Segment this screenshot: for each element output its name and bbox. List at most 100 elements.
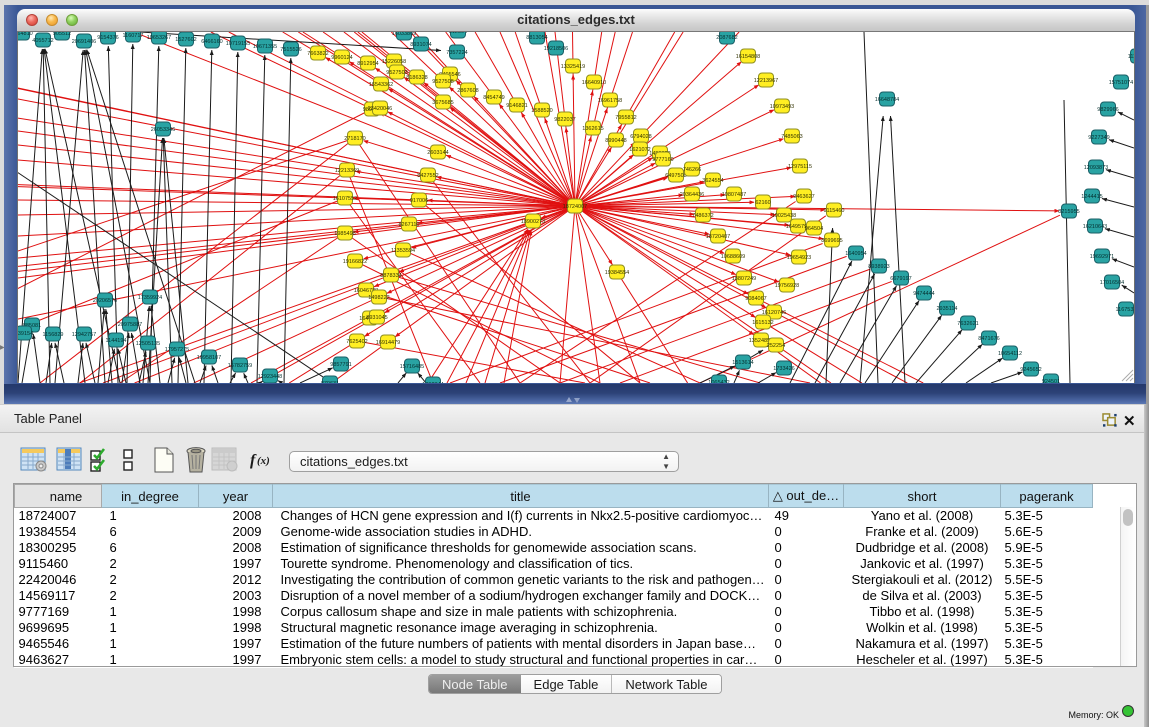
svg-text:1640954: 1640954 (845, 251, 866, 257)
svg-text:16914479: 16914479 (376, 340, 400, 346)
svg-text:1615132: 1615132 (752, 320, 773, 326)
svg-text:812304: 812304 (449, 32, 467, 35)
svg-text:19166822: 19166822 (343, 259, 367, 265)
svg-text:9154376: 9154376 (97, 35, 118, 41)
svg-text:1156829: 1156829 (42, 332, 63, 338)
svg-text:16782759: 16782759 (228, 363, 252, 369)
svg-text:7515526: 7515526 (280, 47, 301, 53)
svg-text:19654923: 19654923 (787, 255, 811, 261)
svg-text:17359924: 17359924 (138, 295, 162, 301)
svg-text:10025438: 10025438 (772, 213, 796, 219)
svg-text:1292344: 1292344 (422, 382, 443, 383)
svg-text:4055712: 4055712 (32, 38, 53, 44)
svg-text:905512: 905512 (53, 32, 71, 37)
svg-text:8215955: 8215955 (1058, 209, 1079, 215)
svg-text:17957275: 17957275 (165, 347, 189, 353)
svg-text:12942757: 12942757 (72, 332, 96, 338)
svg-text:3675685: 3675685 (432, 100, 453, 106)
svg-text:18900273: 18900273 (521, 219, 545, 225)
svg-text:9245652: 9245652 (1020, 367, 1041, 373)
svg-text:15751074: 15751074 (1109, 80, 1133, 86)
svg-text:917006: 917006 (410, 198, 428, 204)
svg-text:13325419: 13325419 (561, 64, 585, 70)
svg-text:9474444: 9474444 (913, 291, 934, 297)
svg-text:10807487: 10807487 (722, 192, 746, 198)
svg-text:10671355: 10671355 (253, 44, 277, 50)
svg-text:10719155: 10719155 (226, 41, 250, 47)
svg-text:10973493: 10973493 (770, 104, 794, 110)
svg-text:12923448: 12923448 (258, 374, 282, 380)
svg-text:1244415: 1244415 (1081, 194, 1102, 200)
svg-text:1621072: 1621072 (629, 147, 650, 153)
svg-text:7625402: 7625402 (346, 339, 367, 345)
svg-text:8186328: 8186328 (406, 75, 427, 81)
svg-text:62160: 62160 (755, 200, 770, 206)
svg-text:1144194: 1144194 (105, 338, 126, 344)
svg-text:8699695: 8699695 (821, 238, 842, 244)
svg-text:2867608: 2867608 (457, 88, 478, 94)
svg-text:1498222: 1498222 (368, 295, 389, 301)
svg-text:20691406: 20691406 (72, 39, 96, 45)
svg-text:1985498: 1985498 (334, 231, 355, 237)
svg-text:252254: 252254 (767, 343, 785, 349)
svg-text:870631: 870631 (321, 381, 339, 383)
svg-text:9463627: 9463627 (793, 194, 814, 200)
svg-text:12093873: 12093873 (1084, 165, 1108, 171)
svg-text:19692971: 19692971 (1090, 254, 1114, 260)
svg-text:f: f (250, 452, 257, 469)
svg-text:23420046: 23420046 (368, 106, 392, 112)
svg-text:6497508: 6497508 (665, 173, 686, 179)
svg-text:1160717: 1160717 (122, 33, 143, 39)
svg-text:10653267: 10653267 (147, 35, 171, 41)
svg-text:8912954: 8912954 (357, 61, 378, 67)
svg-text:7485063: 7485063 (781, 134, 802, 140)
svg-text:12505135: 12505135 (136, 341, 160, 347)
svg-text:6679197: 6679197 (890, 276, 911, 282)
svg-text:8931045: 8931045 (366, 315, 387, 321)
svg-text:9084067: 9084067 (745, 296, 766, 302)
svg-text:6794028: 6794028 (630, 134, 651, 140)
svg-text:16210643: 16210643 (1083, 224, 1107, 230)
svg-text:26053346: 26053346 (151, 127, 175, 133)
svg-text:18807249: 18807249 (732, 276, 756, 282)
svg-text:20364436: 20364436 (680, 192, 704, 198)
svg-text:1733426: 1733426 (773, 366, 794, 372)
svg-text:1362615: 1362615 (582, 126, 603, 132)
svg-text:939154: 939154 (18, 331, 33, 337)
svg-text:9857791: 9857791 (330, 362, 351, 368)
svg-text:20206576: 20206576 (93, 298, 117, 304)
svg-text:16961758: 16961758 (598, 98, 622, 104)
svg-text:2264810: 2264810 (18, 32, 33, 37)
svg-text:19218506: 19218506 (544, 46, 568, 52)
svg-text:16033809: 16033809 (392, 32, 416, 37)
svg-text:2935114: 2935114 (936, 306, 957, 312)
svg-text:15226058: 15226058 (382, 59, 406, 65)
svg-text:10654112: 10654112 (998, 351, 1022, 357)
svg-text:9777169: 9777169 (652, 157, 673, 163)
svg-text:1065432: 1065432 (708, 380, 729, 383)
svg-text:6466160: 6466160 (201, 39, 222, 45)
svg-text:16543362: 16543362 (369, 82, 393, 88)
svg-text:16107552: 16107552 (333, 196, 357, 202)
svg-text:1513614: 1513614 (732, 360, 753, 366)
svg-text:18724007: 18724007 (563, 204, 587, 210)
svg-text:9527503: 9527503 (386, 70, 407, 76)
svg-text:16640910: 16640910 (582, 80, 606, 86)
svg-text:8267110: 8267110 (398, 222, 419, 228)
svg-text:10688609: 10688609 (721, 254, 745, 260)
svg-text:12975115: 12975115 (788, 164, 812, 170)
svg-text:15716485: 15716485 (400, 364, 424, 370)
svg-text:1167533: 1167533 (1115, 307, 1134, 313)
svg-text:9227349: 9227349 (1088, 135, 1109, 141)
svg-text:19384554: 19384554 (605, 270, 629, 276)
svg-text:8938923: 8938923 (868, 264, 889, 270)
svg-text:3624554: 3624554 (702, 178, 723, 184)
svg-text:12213369: 12213369 (335, 168, 359, 174)
svg-text:8813054: 8813054 (526, 35, 547, 41)
svg-text:7955812: 7955812 (615, 115, 636, 121)
svg-text:8878334: 8878334 (380, 273, 401, 279)
svg-text:1527602: 1527602 (175, 37, 196, 43)
svg-text:1117403: 1117403 (1128, 54, 1134, 60)
svg-text:2087682: 2087682 (716, 35, 737, 41)
svg-text:2603144: 2603144 (427, 150, 448, 156)
